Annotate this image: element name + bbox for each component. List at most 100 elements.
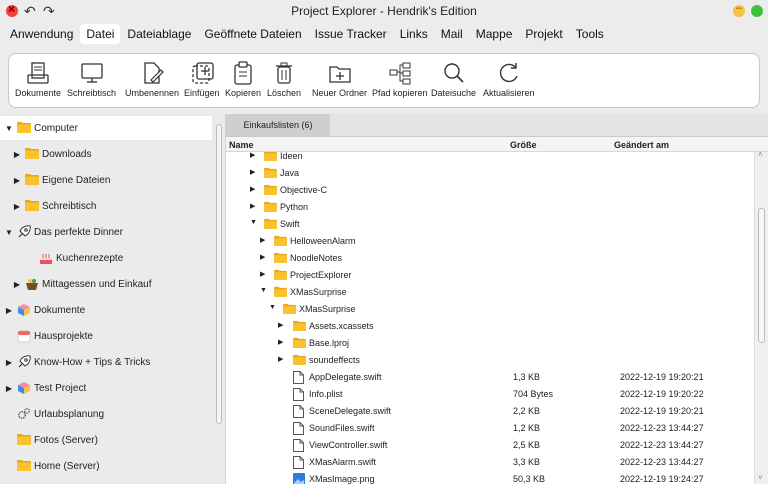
- sidebar-item-downloads[interactable]: ▶ Downloads: [0, 142, 212, 166]
- sidebar-item-computer[interactable]: ▼ Computer: [0, 116, 212, 140]
- maximize-window-button[interactable]: [751, 5, 763, 17]
- folder-row[interactable]: ▼ Swift: [226, 216, 754, 233]
- disclosure-closed-icon[interactable]: ▶: [250, 202, 255, 210]
- disclosure-closed-icon[interactable]: ▶: [12, 150, 22, 159]
- file-row[interactable]: ViewController.swift 2,5 KB 2022-12-23 13:…: [226, 437, 754, 454]
- menu-tools[interactable]: Tools: [570, 24, 610, 44]
- disclosure-closed-icon[interactable]: ▶: [4, 358, 14, 367]
- sidebar-item-fotos-server[interactable]: Fotos (Server): [0, 428, 212, 452]
- disclosure-closed-icon[interactable]: ▶: [250, 185, 255, 193]
- menu-geöffnete-dateien[interactable]: Geöffnete Dateien: [198, 24, 307, 44]
- disclosure-closed-icon[interactable]: ▶: [4, 306, 14, 315]
- disclosure-closed-icon[interactable]: ▶: [250, 152, 255, 159]
- file-list-scrollbar[interactable]: ˄ ˅: [754, 150, 768, 484]
- minimize-window-button[interactable]: [733, 2, 745, 17]
- disclosure-open-icon[interactable]: ▼: [260, 287, 267, 294]
- disclosure-closed-icon[interactable]: ▶: [278, 355, 283, 363]
- sidebar-item-schreibtisch[interactable]: ▶ Schreibtisch: [0, 194, 212, 218]
- sidebar-item-know-how-tips-tricks[interactable]: ▶ Know-How + Tips & Tricks: [0, 350, 212, 374]
- menu-links[interactable]: Links: [394, 24, 434, 44]
- file-row[interactable]: XMasImage.png 50,3 KB 2022-12-19 19:24:27: [226, 471, 754, 484]
- sidebar-item-kuchenrezepte[interactable]: Kuchenrezepte: [0, 246, 212, 270]
- toolbar-new-folder-button[interactable]: Neuer Ordner: [312, 60, 367, 104]
- disclosure-closed-icon[interactable]: ▶: [4, 384, 14, 393]
- disclosure-closed-icon[interactable]: ▶: [12, 176, 22, 185]
- sidebar-item-urlaubsplanung[interactable]: Urlaubsplanung: [0, 402, 212, 426]
- disclosure-open-icon[interactable]: ▼: [250, 219, 257, 226]
- disclosure-closed-icon[interactable]: ▶: [278, 338, 283, 346]
- toolbar-label: Kopieren: [225, 88, 262, 98]
- folder-row[interactable]: ▶ HelloweenAlarm: [226, 233, 754, 250]
- folder-icon: [25, 199, 39, 213]
- sidebar-item-test-project[interactable]: ▶ Test Project: [0, 376, 212, 400]
- menu-mail[interactable]: Mail: [435, 24, 469, 44]
- document-icon: [293, 439, 305, 452]
- file-row[interactable]: SceneDelegate.swift 2,2 KB 2022-12-19 19:2…: [226, 403, 754, 420]
- toolbar-label: Dokumente: [15, 88, 62, 98]
- column-name[interactable]: Name: [229, 140, 254, 150]
- disclosure-closed-icon[interactable]: ▶: [260, 270, 265, 278]
- menu-dateiablage[interactable]: Dateiablage: [121, 24, 197, 44]
- scroll-down-icon[interactable]: ˅: [758, 473, 763, 482]
- folder-row[interactable]: ▶ Objective-C: [226, 182, 754, 199]
- file-size: 3,3 KB: [513, 457, 541, 467]
- toolbar-documents-button[interactable]: Dokumente: [15, 60, 61, 104]
- menu-issue-tracker[interactable]: Issue Tracker: [309, 24, 393, 44]
- sidebar-scrollbar-thumb[interactable]: [216, 124, 222, 424]
- sidebar-item-das-perfekte-dinner[interactable]: ▼ Das perfekte Dinner: [0, 220, 212, 244]
- menu-anwendung[interactable]: Anwendung: [4, 24, 79, 44]
- sidebar-item-home-server[interactable]: Home (Server): [0, 454, 212, 478]
- sidebar-scrollbar[interactable]: [214, 114, 224, 484]
- toolbar-copy-button[interactable]: Kopieren: [225, 60, 261, 104]
- file-row[interactable]: AppDelegate.swift 1,3 KB 2022-12-19 19:20:…: [226, 369, 754, 386]
- file-name: ProjectExplorer: [290, 270, 352, 280]
- folder-row[interactable]: ▶ soundeffects: [226, 352, 754, 369]
- toolbar-search-button[interactable]: Dateisuche: [431, 60, 476, 104]
- menu-datei[interactable]: Datei: [80, 24, 121, 44]
- menu-projekt[interactable]: Projekt: [519, 24, 568, 44]
- folder-row[interactable]: ▶ Python: [226, 199, 754, 216]
- file-modified-date: 2022-12-19 19:24:27: [620, 474, 704, 484]
- toolbar-trash-button[interactable]: Löschen: [267, 60, 301, 104]
- folder-row[interactable]: ▼ XMasSurprise: [226, 301, 754, 318]
- file-row[interactable]: Info.plist 704 Bytes 2022-12-19 19:20:22: [226, 386, 754, 403]
- disclosure-closed-icon[interactable]: ▶: [260, 236, 265, 244]
- sidebar-item-eigene-dateien[interactable]: ▶ Eigene Dateien: [0, 168, 212, 192]
- menu-mappe[interactable]: Mappe: [470, 24, 519, 44]
- file-list: ▶ Ideen ▶ Java ▶ Objective-C ▶ Python ▼ Swift ▶ Hel…: [226, 152, 754, 484]
- tab-einkaufslisten[interactable]: Einkaufslisten (6): [226, 114, 330, 136]
- folder-icon: [274, 235, 287, 246]
- folder-row[interactable]: ▶ NoodleNotes: [226, 250, 754, 267]
- sidebar-item-mittagessen-und-einkauf[interactable]: ▶ Mittagessen und Einkauf: [0, 272, 212, 296]
- disclosure-closed-icon[interactable]: ▶: [278, 321, 283, 329]
- folder-row[interactable]: ▶ Assets.xcassets: [226, 318, 754, 335]
- toolbar-rename-button[interactable]: Umbenennen: [125, 60, 179, 104]
- toolbar-refresh-button[interactable]: Aktualisieren: [483, 60, 535, 104]
- file-name: SoundFiles.swift: [309, 423, 375, 433]
- toolbar-copy-path-button[interactable]: Pfad kopieren: [372, 60, 428, 104]
- file-row[interactable]: XMasAlarm.swift 3,3 KB 2022-12-23 13:44:27: [226, 454, 754, 471]
- toolbar-paste-button[interactable]: Einfügen: [184, 60, 220, 104]
- disclosure-open-icon[interactable]: ▼: [4, 228, 14, 237]
- column-date[interactable]: Geändert am: [614, 140, 669, 150]
- disclosure-closed-icon[interactable]: ▶: [12, 202, 22, 211]
- disclosure-closed-icon[interactable]: ▶: [260, 253, 265, 261]
- sidebar-item-dokumente[interactable]: ▶ Dokumente: [0, 298, 212, 322]
- disclosure-closed-icon[interactable]: ▶: [250, 168, 255, 176]
- toolbar-desktop-button[interactable]: Schreibtisch: [67, 60, 116, 104]
- sidebar-item-hausprojekte[interactable]: Hausprojekte: [0, 324, 212, 348]
- column-size[interactable]: Größe: [510, 140, 537, 150]
- disclosure-open-icon[interactable]: ▼: [269, 304, 276, 311]
- folder-row[interactable]: ▶ Java: [226, 165, 754, 182]
- folder-row[interactable]: ▼ XMasSurprise: [226, 284, 754, 301]
- scroll-up-icon[interactable]: ˄: [758, 150, 763, 159]
- sidebar-item-label: Kuchenrezepte: [56, 252, 124, 264]
- folder-row[interactable]: ▶ Ideen: [226, 152, 754, 165]
- file-list-scrollbar-thumb[interactable]: [758, 208, 765, 343]
- folder-row[interactable]: ▶ ProjectExplorer: [226, 267, 754, 284]
- disclosure-open-icon[interactable]: ▼: [4, 124, 14, 133]
- folder-row[interactable]: ▶ Base.lproj: [226, 335, 754, 352]
- disclosure-closed-icon[interactable]: ▶: [12, 280, 22, 289]
- file-row[interactable]: SoundFiles.swift 1,2 KB 2022-12-23 13:44:2…: [226, 420, 754, 437]
- toolbar-label: Pfad kopieren: [372, 88, 428, 98]
